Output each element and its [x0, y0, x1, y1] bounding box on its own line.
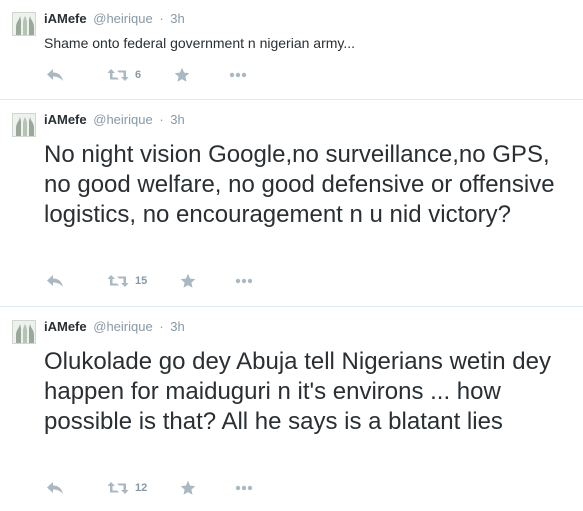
username[interactable]: @heirique — [93, 11, 152, 26]
more-icon — [235, 485, 253, 491]
avatar[interactable] — [12, 320, 36, 344]
more-button[interactable] — [235, 272, 253, 290]
timestamp[interactable]: 3h — [170, 112, 184, 127]
tweet-header: iAMefe @heirique · 3h — [44, 319, 185, 335]
tweet-header: iAMefe @heirique · 3h — [44, 11, 185, 27]
tweet[interactable]: iAMefe @heirique · 3h No night vision Go… — [0, 101, 583, 307]
separator: · — [159, 319, 164, 334]
star-icon — [174, 67, 190, 83]
tweet-text: Olukolade go dey Abuja tell Nigerians we… — [44, 348, 551, 435]
favorite-button[interactable] — [174, 66, 190, 84]
retweet-icon — [107, 274, 129, 288]
tweet-actions: 12 — [44, 479, 274, 497]
retweet-button[interactable]: 15 — [107, 272, 147, 290]
separator: · — [159, 11, 164, 26]
reply-icon — [46, 274, 64, 288]
retweet-button[interactable]: 12 — [107, 479, 147, 497]
display-name[interactable]: iAMefe — [44, 112, 87, 127]
tweet-text: Shame onto federal government n nigerian… — [44, 35, 356, 51]
display-name[interactable]: iAMefe — [44, 11, 87, 26]
retweet-icon — [107, 68, 129, 82]
reply-button[interactable] — [46, 272, 64, 290]
tweet[interactable]: iAMefe @heirique · 3h Olukolade go dey A… — [0, 308, 583, 511]
tweet-text: No night vision Google,no surveillance,n… — [44, 141, 555, 228]
reply-icon — [46, 481, 64, 495]
timestamp[interactable]: 3h — [170, 319, 184, 334]
retweet-count: 6 — [135, 69, 142, 81]
retweet-count: 15 — [135, 275, 148, 287]
favorite-button[interactable] — [180, 479, 196, 497]
tweet-timeline: iAMefe @heirique · 3h Shame onto federal… — [0, 0, 583, 511]
star-icon — [180, 273, 196, 289]
timestamp[interactable]: 3h — [170, 11, 184, 26]
reply-icon — [46, 68, 64, 82]
more-button[interactable] — [235, 479, 253, 497]
more-icon — [229, 72, 247, 78]
more-icon — [235, 278, 253, 284]
reply-button[interactable] — [46, 479, 64, 497]
tweet-actions: 15 — [44, 272, 274, 290]
star-icon — [180, 480, 196, 496]
more-button[interactable] — [229, 66, 247, 84]
favorite-button[interactable] — [180, 272, 196, 290]
tweet-actions: 6 — [44, 66, 274, 84]
reply-button[interactable] — [46, 66, 64, 84]
display-name[interactable]: iAMefe — [44, 319, 87, 334]
username[interactable]: @heirique — [93, 319, 152, 334]
tweet[interactable]: iAMefe @heirique · 3h Shame onto federal… — [0, 0, 583, 100]
retweet-icon — [107, 481, 129, 495]
tweet-header: iAMefe @heirique · 3h — [44, 112, 185, 128]
avatar[interactable] — [12, 12, 36, 36]
avatar[interactable] — [12, 113, 36, 137]
retweet-count: 12 — [135, 482, 148, 494]
username[interactable]: @heirique — [93, 112, 152, 127]
retweet-button[interactable]: 6 — [107, 66, 141, 84]
separator: · — [159, 112, 164, 127]
